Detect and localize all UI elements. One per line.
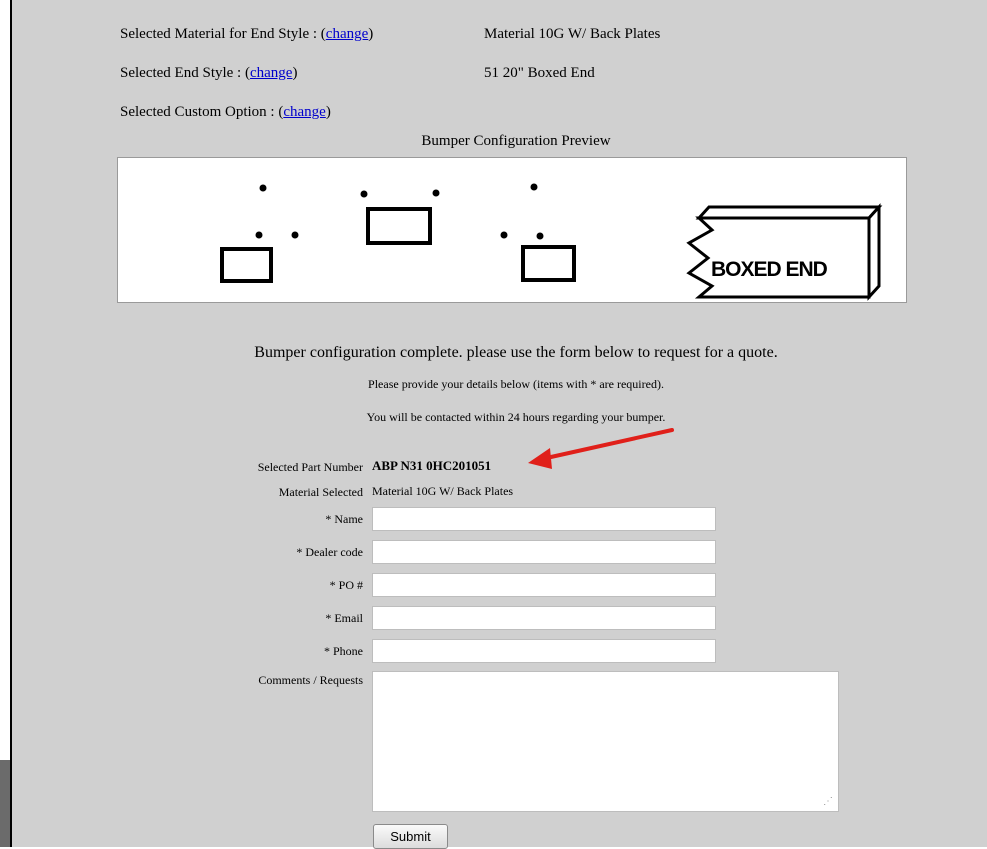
preview-title: Bumper Configuration Preview	[421, 133, 611, 149]
preview-rect	[366, 207, 432, 245]
comments-label: Comments / Requests	[258, 673, 363, 687]
name-label: * Name	[325, 512, 363, 526]
phone-label: * Phone	[324, 644, 363, 658]
boxed-end-icon	[686, 203, 883, 301]
preview-dot	[255, 231, 263, 239]
preview-rect	[220, 247, 273, 283]
selected-end-style-value: 51 20" Boxed End	[484, 65, 595, 81]
selected-material-value: Material 10G W/ Back Plates	[484, 26, 661, 42]
preview-dot	[536, 232, 544, 240]
preview-dot	[432, 189, 440, 197]
name-input[interactable]	[372, 507, 716, 531]
selected-end-style-label: Selected End Style : (change)	[120, 65, 298, 81]
email-label: * Email	[325, 611, 363, 625]
boxed-end-label: BOXED END	[711, 258, 828, 281]
contact-notice: You will be contacted within 24 hours re…	[366, 410, 666, 424]
preview-dot	[291, 231, 299, 239]
material-selected-label: Material Selected	[278, 485, 363, 499]
resize-grip-icon[interactable]: ⋰	[823, 796, 833, 807]
change-material-link[interactable]: change	[326, 26, 368, 42]
preview-dot	[500, 231, 508, 239]
change-end-style-link[interactable]: change	[250, 65, 292, 81]
part-number-value: ABP N31 0HC201051	[372, 458, 492, 473]
preview-dot	[530, 183, 538, 191]
selected-material-label: Selected Material for End Style : (chang…	[120, 26, 374, 42]
preview-rect	[521, 245, 576, 282]
bumper-preview-drawing: BOXED END	[220, 183, 883, 301]
part-number-label: Selected Part Number	[257, 460, 363, 474]
config-complete-message: Bumper configuration complete. please us…	[254, 344, 778, 361]
po-number-input[interactable]	[372, 573, 716, 597]
preview-dot	[259, 184, 267, 192]
preview-dot	[360, 190, 368, 198]
submit-button[interactable]: Submit	[373, 824, 448, 849]
red-annotation-arrow	[528, 428, 674, 469]
details-instructions: Please provide your details below (items…	[368, 377, 664, 391]
change-custom-option-link[interactable]: change	[283, 104, 325, 120]
window-shadow	[0, 760, 10, 847]
dealer-code-input[interactable]	[372, 540, 716, 564]
selected-custom-option-label: Selected Custom Option : (change)	[120, 104, 331, 120]
email-input[interactable]	[372, 606, 716, 630]
material-selected-value: Material 10G W/ Back Plates	[372, 484, 514, 498]
bumper-preview: BOXED END	[117, 157, 907, 303]
dealer-code-label: * Dealer code	[296, 545, 363, 559]
comments-textarea[interactable]	[372, 671, 839, 812]
po-number-label: * PO #	[329, 578, 363, 592]
phone-input[interactable]	[372, 639, 716, 663]
quote-panel: Selected Material for End Style : (chang…	[10, 0, 987, 849]
